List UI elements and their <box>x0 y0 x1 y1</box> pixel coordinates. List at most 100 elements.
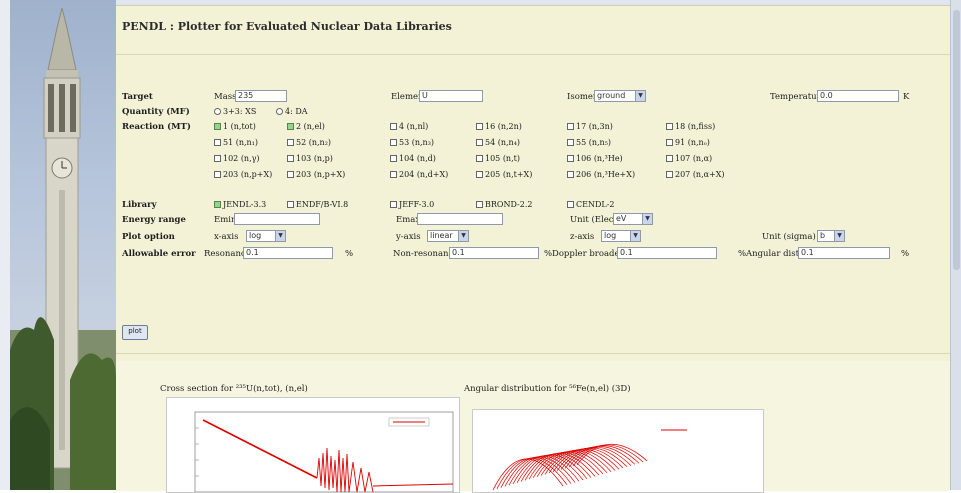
checkbox-icon <box>666 155 673 162</box>
reaction-label: Reaction (MT) <box>122 122 191 132</box>
chevron-down-icon: ▼ <box>630 231 640 241</box>
reaction-checkbox[interactable]: 55 (n,n₅) <box>567 138 611 147</box>
cross-section-plot[interactable] <box>166 397 460 493</box>
isomer-select[interactable]: ground ▼ <box>594 90 646 102</box>
element-input[interactable]: U <box>419 90 483 102</box>
allowable-error-label: Allowable error <box>122 249 196 259</box>
unit-elec-label: Unit (Elec) <box>570 215 617 225</box>
reaction-checkbox[interactable]: 206 (n,³He+X) <box>567 170 635 179</box>
radio-icon <box>276 108 283 115</box>
quantity-option-da[interactable]: 4: DA <box>276 107 308 116</box>
reaction-option-label: 52 (n,n₂) <box>296 138 332 147</box>
option-label: 3+3: XS <box>223 107 257 116</box>
reaction-checkbox[interactable]: 205 (n,t+X) <box>476 170 532 179</box>
reaction-checkbox[interactable]: 91 (n,nₒ) <box>666 138 710 147</box>
reaction-option-label: 1 (n,tot) <box>223 122 256 131</box>
reaction-checkbox[interactable]: 107 (n,α) <box>666 154 712 163</box>
reaction-option-label: 206 (n,³He+X) <box>576 170 636 179</box>
quantity-option-xs[interactable]: 3+3: XS <box>214 107 256 116</box>
target-label: Target <box>122 92 153 102</box>
reaction-option-label: 16 (n,2n) <box>485 122 522 131</box>
y-axis-value: linear <box>430 231 453 240</box>
x-axis-label: x-axis <box>214 232 239 242</box>
library-option-label: ENDF/B-VI.8 <box>296 200 349 209</box>
reaction-checkbox[interactable]: 104 (n,d) <box>390 154 436 163</box>
reaction-checkbox[interactable]: 53 (n,n₃) <box>390 138 434 147</box>
reaction-checkbox[interactable]: 2 (n,el) <box>287 122 325 131</box>
resonance-input[interactable]: 0.1 <box>243 247 333 259</box>
reaction-checkbox[interactable]: 103 (n,p) <box>287 154 333 163</box>
reaction-checkbox[interactable]: 203 (n,p+X) <box>214 170 272 179</box>
vertical-scrollbar[interactable] <box>950 0 961 490</box>
reaction-checkbox[interactable]: 207 (n,α+X) <box>666 170 725 179</box>
library-checkbox[interactable]: JENDL-3.3 <box>214 200 266 209</box>
resonance-percent: % <box>345 249 354 259</box>
reaction-checkbox[interactable]: 54 (n,n₄) <box>476 138 520 147</box>
emin-input[interactable] <box>234 213 320 225</box>
x-axis-select[interactable]: log ▼ <box>246 230 286 242</box>
reaction-checkbox[interactable]: 1 (n,tot) <box>214 122 256 131</box>
angular-distribution-plot[interactable] <box>472 409 764 493</box>
unit-sigma-select[interactable]: b ▼ <box>817 230 845 242</box>
reaction-checkbox[interactable]: 52 (n,n₂) <box>287 138 331 147</box>
angular-dist-input[interactable]: 0.1 <box>798 247 890 259</box>
reaction-checkbox[interactable]: 18 (n,fiss) <box>666 122 715 131</box>
reaction-option-label: 106 (n,³He) <box>576 154 623 163</box>
y-axis-label: y-axis <box>396 232 421 242</box>
unit-sigma-label: Unit (sigma) <box>762 232 816 242</box>
reaction-option-label: 203 (n,p+X) <box>296 170 346 179</box>
checkbox-icon <box>390 201 397 208</box>
library-checkbox[interactable]: CENDL-2 <box>567 200 614 209</box>
reaction-checkbox[interactable]: 4 (n,nl) <box>390 122 428 131</box>
checkbox-icon <box>476 155 483 162</box>
left-plot-caption: Cross section for ²³⁵U(n,tot), (n,el) <box>160 384 308 394</box>
energy-unit-value: eV <box>616 214 627 223</box>
z-axis-label: z-axis <box>570 232 595 242</box>
plot-results: Cross section for ²³⁵U(n,tot), (n,el) An… <box>116 361 950 493</box>
reaction-checkbox[interactable]: 102 (n,γ) <box>214 154 260 163</box>
checkbox-icon <box>214 139 221 146</box>
non-resonance-input[interactable]: 0.1 <box>449 247 539 259</box>
checkbox-icon <box>666 123 673 130</box>
scrollbar-thumb[interactable] <box>953 10 960 270</box>
emax-input[interactable] <box>417 213 503 225</box>
doppler-input[interactable]: 0.1 <box>617 247 717 259</box>
reaction-checkbox[interactable]: 106 (n,³He) <box>567 154 623 163</box>
temperature-input[interactable]: 0.0 <box>817 90 899 102</box>
reaction-checkbox[interactable]: 17 (n,3n) <box>567 122 613 131</box>
library-checkbox[interactable]: BROND-2.2 <box>476 200 532 209</box>
isomer-label: Isomer <box>567 92 597 102</box>
reaction-option-label: 102 (n,γ) <box>223 154 260 163</box>
reaction-option-label: 107 (n,α) <box>675 154 713 163</box>
library-checkbox[interactable]: JEFF-3.0 <box>390 200 434 209</box>
checkbox-icon <box>666 171 673 178</box>
reaction-option-label: 18 (n,fiss) <box>675 122 716 131</box>
reaction-checkbox[interactable]: 203 (n,p+X) <box>287 170 345 179</box>
checkbox-icon <box>287 171 294 178</box>
non-resonance-percent: % <box>544 249 553 259</box>
mass-input[interactable]: 235 <box>235 90 287 102</box>
reaction-option-label: 51 (n,n₁) <box>223 138 259 147</box>
reaction-checkbox[interactable]: 51 (n,n₁) <box>214 138 258 147</box>
option-label: 4: DA <box>285 107 308 116</box>
reaction-checkbox[interactable]: 105 (n,t) <box>476 154 520 163</box>
doppler-label: Doppler broaden <box>552 249 625 259</box>
library-option-label: JEFF-3.0 <box>399 200 435 209</box>
energy-unit-select[interactable]: eV ▼ <box>613 213 653 225</box>
checkbox-icon <box>567 201 574 208</box>
reaction-checkbox[interactable]: 16 (n,2n) <box>476 122 522 131</box>
library-checkbox[interactable]: ENDF/B-VI.8 <box>287 200 348 209</box>
plot-button[interactable]: plot <box>122 325 148 340</box>
reaction-option-label: 205 (n,t+X) <box>485 170 533 179</box>
checked-box-icon <box>214 123 221 130</box>
checked-box-icon <box>214 201 221 208</box>
reaction-checkbox[interactable]: 204 (n,d+X) <box>390 170 448 179</box>
checkbox-icon <box>214 171 221 178</box>
main-panel: PENDL : Plotter for Evaluated Nuclear Da… <box>116 5 950 493</box>
reaction-option-label: 104 (n,d) <box>399 154 436 163</box>
z-axis-select[interactable]: log ▼ <box>601 230 641 242</box>
checkbox-icon <box>567 155 574 162</box>
reaction-option-label: 4 (n,nl) <box>399 122 429 131</box>
checkbox-icon <box>567 139 574 146</box>
y-axis-select[interactable]: linear ▼ <box>427 230 469 242</box>
